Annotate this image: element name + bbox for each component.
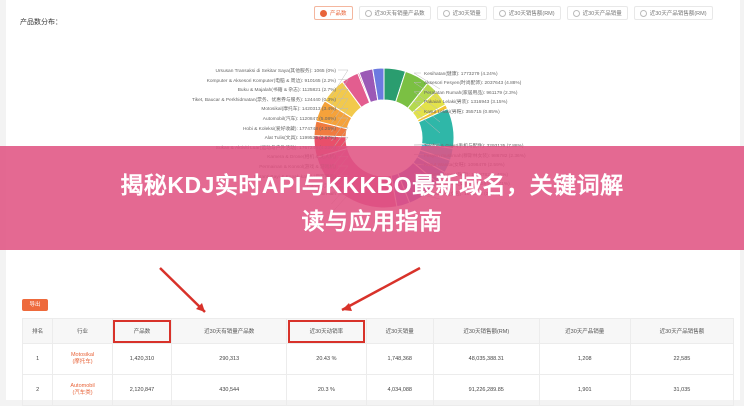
export-button[interactable]: 导出 — [22, 299, 48, 311]
col-product-count[interactable]: 产品数 — [112, 319, 171, 344]
pie-label-left: Motosikal(摩托车): 1420313 (3.4%) — [261, 105, 336, 112]
cell-products-with-sales: 290,313 — [172, 344, 287, 375]
col-products-with-sales[interactable]: 近30天有销量产品数 — [172, 319, 287, 344]
cell-rank: 2 — [23, 375, 53, 406]
cell-product-count: 1,420,310 — [112, 344, 171, 375]
pie-label-right: Pakaian Lelaki(男装): 1316943 (3.15%) — [424, 98, 507, 105]
cell-30d-product-revenue: 31,035 — [630, 375, 733, 406]
pie-label-left: Hobi & Koleksi(爱好收藏): 1774748 (4.25%) — [243, 125, 336, 132]
title-banner: 揭秘KDJ实时API与KKKBO最新域名，关键词解 读与应用指南 — [0, 146, 744, 250]
pie-label-left: Buku & Majalah(书籍 & 杂志): 1125821 (2.7%) — [238, 86, 336, 93]
cell-30d-sales: 1,748,368 — [366, 344, 433, 375]
industry-table: 排名 行业 产品数 近30天有销量产品数 近30天动销率 近30天销量 近30天… — [22, 318, 734, 406]
cell-30d-product-sales: 1,901 — [539, 375, 630, 406]
table-row[interactable]: 1Motosikal(摩托车)1,420,310290,31320.43 %1,… — [23, 344, 734, 375]
cell-30d-revenue: 48,035,388.31 — [433, 344, 539, 375]
cell-30d-revenue: 91,226,289.85 — [433, 375, 539, 406]
pie-label-left: Komputer & Aksesori Komputer(电脑 & 周边): 9… — [207, 77, 336, 84]
col-sell-through-rate[interactable]: 近30天动销率 — [287, 319, 366, 344]
pie-label-left: Ursusan Transaksi di Sekitar Saya(其他服务):… — [216, 67, 337, 74]
cell-30d-product-sales: 1,208 — [539, 344, 630, 375]
cell-sell-through-rate: 20.43 % — [287, 344, 366, 375]
cell-rank: 1 — [23, 344, 53, 375]
col-30d-revenue[interactable]: 近30天销售额(RM) — [433, 319, 539, 344]
cell-products-with-sales: 430,544 — [172, 375, 287, 406]
cell-product-count: 2,120,847 — [112, 375, 171, 406]
col-30d-product-revenue[interactable]: 近30天产品销售额 — [630, 319, 733, 344]
col-industry[interactable]: 行业 — [53, 319, 112, 344]
banner-title-line-2: 读与应用指南 — [0, 202, 744, 236]
col-30d-sales[interactable]: 近30天销量 — [366, 319, 433, 344]
col-rank[interactable]: 排名 — [23, 319, 53, 344]
pie-label-right: Kesihatan(健康): 1773279 (4.24%) — [424, 70, 498, 77]
table-row[interactable]: 2 Automobil(汽车类) 2,120,847430,54420.3 %4,0… — [23, 375, 734, 406]
pie-label-left: Alat Tulis(文具): 1199535 (2.87%) — [265, 134, 336, 141]
cell-30d-product-revenue: 22,585 — [630, 344, 733, 375]
pie-label-right: Aksesori Fesyen(时尚配饰): 2037643 (4.88%) — [424, 79, 521, 86]
pie-label-left: Automobil(汽车): 1120847 (5.08%) — [263, 115, 336, 122]
industry-link[interactable]: Automobil(汽车类) — [70, 383, 94, 397]
industry-link[interactable]: Motosikal(摩托车) — [71, 352, 94, 366]
col-30d-product-sales[interactable]: 近30天产品销量 — [539, 319, 630, 344]
cell-industry: Motosikal(摩托车) — [53, 344, 112, 375]
cell-industry: Automobil(汽车类) — [53, 375, 112, 406]
pie-label-left: Tiket, Baucar & Perkhidmatan(票务、优惠券与服务):… — [192, 96, 336, 103]
table-body: 1Motosikal(摩托车)1,420,310290,31320.43 %1,… — [23, 344, 734, 406]
pie-label-right: Peralatan Rumah(家居用品): 961179 (2.3%) — [424, 89, 518, 96]
pie-label-right: Kasut Lelaki(男鞋): 355715 (0.85%) — [424, 108, 500, 115]
cell-30d-sales: 4,034,088 — [366, 375, 433, 406]
banner-title-line-1: 揭秘KDJ实时API与KKKBO最新域名，关键词解 — [0, 166, 744, 200]
cell-sell-through-rate: 20.3 % — [287, 375, 366, 406]
table-header-row: 排名 行业 产品数 近30天有销量产品数 近30天动销率 近30天销量 近30天… — [23, 319, 734, 344]
